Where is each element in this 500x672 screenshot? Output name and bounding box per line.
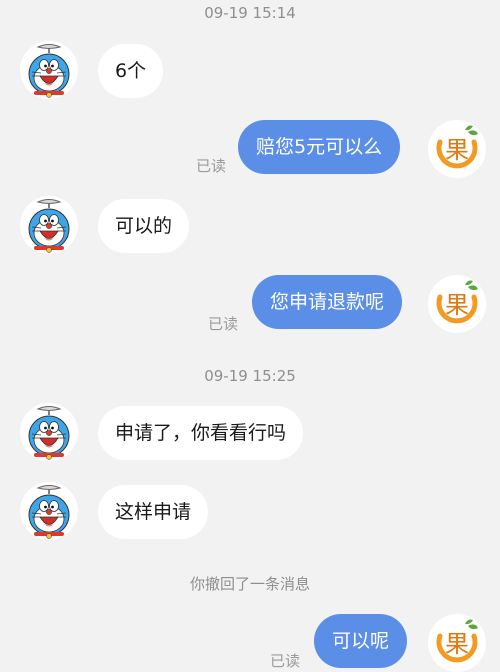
- timestamp: 09-19 15:25: [204, 367, 296, 385]
- outgoing-message-bubble[interactable]: 赔您5元可以么: [238, 120, 401, 174]
- doraemon-avatar[interactable]: [20, 41, 78, 99]
- guo-logo-icon: 果: [428, 614, 486, 672]
- incoming-message-bubble[interactable]: 可以的: [98, 199, 190, 253]
- doraemon-avatar[interactable]: [20, 403, 78, 461]
- read-status: 已读: [270, 652, 301, 670]
- incoming-message-bubble[interactable]: 6个: [98, 44, 164, 98]
- incoming-message-bubble[interactable]: 申请了，你看看行吗: [98, 406, 304, 460]
- guo-logo-avatar[interactable]: 果: [428, 120, 486, 178]
- guo-logo-icon: 果: [428, 120, 486, 178]
- timestamp: 09-19 15:14: [204, 4, 296, 22]
- doraemon-icon: [20, 196, 78, 254]
- doraemon-avatar[interactable]: [20, 482, 78, 540]
- recall-notice: 你撤回了一条消息: [189, 575, 310, 593]
- outgoing-message-bubble[interactable]: 可以呢: [314, 614, 408, 668]
- read-status: 已读: [208, 315, 239, 333]
- incoming-message-bubble[interactable]: 这样申请: [98, 485, 209, 539]
- logo-char: 果: [445, 291, 469, 319]
- doraemon-icon: [20, 482, 78, 540]
- read-status: 已读: [196, 157, 227, 175]
- logo-char: 果: [445, 136, 469, 164]
- outgoing-message-bubble[interactable]: 您申请退款呢: [252, 275, 403, 329]
- doraemon-avatar[interactable]: [20, 196, 78, 254]
- guo-logo-avatar[interactable]: 果: [428, 275, 486, 333]
- logo-char: 果: [445, 630, 469, 658]
- doraemon-icon: [20, 41, 78, 99]
- guo-logo-icon: 果: [428, 275, 486, 333]
- doraemon-icon: [20, 403, 78, 461]
- guo-logo-avatar[interactable]: 果: [428, 614, 486, 672]
